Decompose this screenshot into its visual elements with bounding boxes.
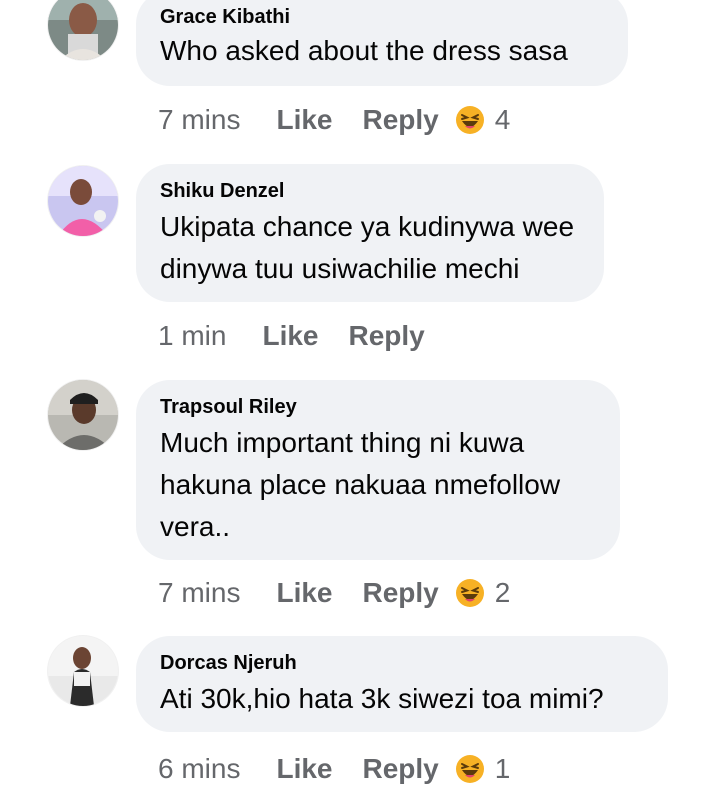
comment-time[interactable]: 7 mins xyxy=(158,104,240,136)
like-button[interactable]: Like xyxy=(276,753,332,785)
comment-author[interactable]: Trapsoul Riley xyxy=(160,396,297,419)
comment-actions: 7 mins Like Reply 4 xyxy=(158,100,510,140)
reply-button[interactable]: Reply xyxy=(363,753,439,785)
haha-emoji-icon xyxy=(455,105,485,135)
haha-emoji-icon xyxy=(455,754,485,784)
comment-author[interactable]: Grace Kibathi xyxy=(160,6,290,29)
comment-text-line: Who asked about the dress sasa xyxy=(160,35,568,66)
reaction-count: 1 xyxy=(494,753,511,784)
comment-text-line: Ukipata chance ya kudinywa wee xyxy=(160,211,575,242)
comment-text-line: hakuna place nakuaa nmefollow xyxy=(160,469,561,500)
avatar-image xyxy=(48,166,118,236)
avatar[interactable] xyxy=(48,380,118,450)
comment-text-line: dinywa tuu usiwachilie mechi xyxy=(160,253,520,284)
avatar-image xyxy=(48,380,118,450)
reply-button[interactable]: Reply xyxy=(363,104,439,136)
comment-bubble: Trapsoul Riley Much important thing ni k… xyxy=(136,380,620,560)
haha-emoji-icon xyxy=(455,578,485,608)
avatar[interactable] xyxy=(48,636,118,706)
comment-bubble: Dorcas Njeruh Ati 30k,hio hata 3k siwezi… xyxy=(136,636,668,732)
reaction-summary[interactable]: 4 xyxy=(455,104,511,136)
comment-author[interactable]: Shiku Denzel xyxy=(160,180,284,203)
comment-text-line: Ati 30k,hio hata 3k siwezi toa mimi? xyxy=(160,683,604,714)
comment-time[interactable]: 6 mins xyxy=(158,753,240,785)
reply-button[interactable]: Reply xyxy=(349,320,425,352)
avatar[interactable] xyxy=(48,0,118,60)
comment-bubble: Grace Kibathi Who asked about the dress … xyxy=(136,0,628,86)
reaction-summary[interactable]: 1 xyxy=(455,753,511,785)
comment-time[interactable]: 1 min xyxy=(158,320,226,352)
comment-text-line: vera.. xyxy=(160,511,231,542)
like-button[interactable]: Like xyxy=(262,320,318,352)
avatar-image xyxy=(48,0,118,60)
comment-time[interactable]: 7 mins xyxy=(158,577,240,609)
reaction-count: 4 xyxy=(494,104,511,135)
reply-button[interactable]: Reply xyxy=(363,577,439,609)
like-button[interactable]: Like xyxy=(276,104,332,136)
comment-actions: 6 mins Like Reply 1 xyxy=(158,749,510,789)
reaction-summary[interactable]: 2 xyxy=(455,577,511,609)
comment-actions: 1 min Like Reply xyxy=(158,316,425,356)
like-button[interactable]: Like xyxy=(276,577,332,609)
comment-actions: 7 mins Like Reply 2 xyxy=(158,573,510,613)
comment-bubble: Shiku Denzel Ukipata chance ya kudinywa … xyxy=(136,164,604,302)
comment-text-line: Much important thing ni kuwa xyxy=(160,427,525,458)
comment-author[interactable]: Dorcas Njeruh xyxy=(160,652,297,675)
reaction-count: 2 xyxy=(494,577,511,608)
avatar[interactable] xyxy=(48,166,118,236)
avatar-image xyxy=(48,636,118,706)
